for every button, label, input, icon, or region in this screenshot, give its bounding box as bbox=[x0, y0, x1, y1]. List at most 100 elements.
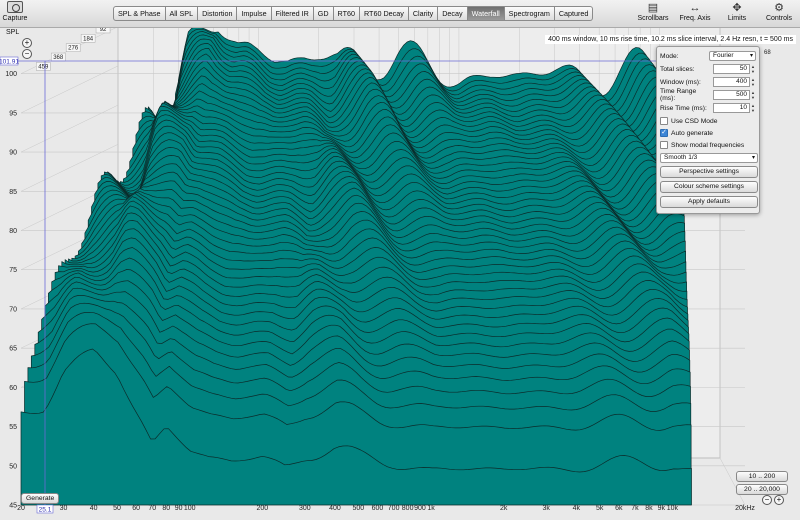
x-tick-label: 500 bbox=[353, 505, 365, 512]
x-tick-label: 200 bbox=[256, 505, 268, 512]
x-tick-label: 10k bbox=[667, 505, 679, 512]
checkbox-icon bbox=[660, 141, 668, 149]
x-tick-label: 50 bbox=[113, 505, 121, 512]
mode-select[interactable]: Fourier bbox=[709, 51, 756, 62]
tool-label: Scrollbars bbox=[637, 15, 669, 22]
zoom-in-icon[interactable]: + bbox=[774, 495, 784, 505]
x-tick-label: 7k bbox=[631, 505, 639, 512]
tab-spectrogram[interactable]: Spectrogram bbox=[504, 6, 555, 21]
tab-captured[interactable]: Captured bbox=[554, 6, 594, 21]
tab-clarity[interactable]: Clarity bbox=[408, 6, 439, 21]
scrollbars-button[interactable]: ▤ Scrollbars bbox=[636, 1, 670, 22]
zoom-in-icon[interactable]: + bbox=[22, 38, 32, 48]
y-tick-label: 70 bbox=[9, 306, 17, 313]
time-range-field[interactable]: 500 bbox=[713, 90, 750, 101]
x-tick-label: 20kHz bbox=[735, 505, 755, 512]
tab-distortion[interactable]: Distortion bbox=[198, 6, 238, 21]
tab-decay[interactable]: Decay bbox=[438, 6, 468, 21]
total-slices-field[interactable]: 50 bbox=[713, 64, 750, 75]
tool-label: Freq. Axis bbox=[679, 15, 711, 22]
tool-label: Controls bbox=[765, 15, 793, 22]
y-tick-label: 95 bbox=[9, 110, 17, 117]
spinner-arrows-icon[interactable]: ▲ ▼ bbox=[750, 90, 756, 100]
x-tick-label: 30 bbox=[60, 505, 68, 512]
y-tick-label: 75 bbox=[9, 267, 17, 274]
x-tick-label: 900 bbox=[414, 505, 426, 512]
rise-time-label: Rise Time (ms): bbox=[660, 104, 707, 112]
y-tick-label: 80 bbox=[9, 228, 17, 235]
cursor-readout: 101.91 bbox=[0, 59, 19, 66]
spinner-arrows-icon[interactable]: ▲ ▼ bbox=[750, 77, 756, 87]
window-field[interactable]: 400 bbox=[713, 77, 750, 88]
csd-mode-checkbox[interactable]: Use CSD Mode bbox=[660, 115, 756, 127]
rise-time-row: Rise Time (ms): 10 ▲ ▼ bbox=[660, 102, 756, 115]
y-tick-label: 65 bbox=[9, 346, 17, 353]
y-tick-label: 100 bbox=[5, 71, 17, 78]
spinner-arrows-icon[interactable]: ▲ ▼ bbox=[750, 64, 756, 74]
freq-axis-icon: ↔ bbox=[689, 2, 701, 14]
tab-impulse[interactable]: Impulse bbox=[237, 6, 272, 21]
rise-time-field[interactable]: 10 bbox=[713, 103, 750, 114]
csd-mode-label: Use CSD Mode bbox=[671, 117, 718, 125]
perspective-settings-button[interactable]: Perspective settings bbox=[660, 166, 758, 178]
colour-scheme-button[interactable]: Colour scheme settings bbox=[660, 181, 758, 193]
auto-generate-label: Auto generate bbox=[671, 129, 714, 137]
checkbox-icon bbox=[660, 117, 668, 125]
controls-icon: ⚙ bbox=[774, 2, 784, 14]
controls-button[interactable]: ⚙ Controls bbox=[762, 1, 796, 22]
window-label: Window (ms): bbox=[660, 78, 701, 86]
spinner-arrows-icon[interactable]: ▲ ▼ bbox=[750, 103, 756, 113]
scrollbars-icon: ▤ bbox=[647, 2, 659, 14]
tab-rt60[interactable]: RT60 bbox=[333, 6, 360, 21]
y-tick-label: 90 bbox=[9, 150, 17, 157]
freq-axis-button[interactable]: ↔ Freq. Axis bbox=[678, 1, 712, 22]
tab-filtered-ir[interactable]: Filtered IR bbox=[271, 6, 314, 21]
range-20-20000-button[interactable]: 20 .. 20,000 bbox=[736, 484, 788, 495]
y-tick-label: 60 bbox=[9, 385, 17, 392]
x-tick-label: 80 bbox=[162, 505, 170, 512]
tab-rt60-decay[interactable]: RT60 Decay bbox=[360, 6, 409, 21]
y-axis-unit: SPL bbox=[6, 29, 20, 36]
range-10-200-button[interactable]: 10 .. 200 bbox=[736, 471, 788, 482]
x-tick-label: 9k bbox=[658, 505, 666, 512]
tool-label: Limits bbox=[727, 15, 747, 22]
auto-generate-checkbox[interactable]: ✓ Auto generate bbox=[660, 127, 756, 139]
smoothing-select[interactable]: Smooth 1/3 bbox=[660, 153, 758, 163]
x-tick-label: 600 bbox=[372, 505, 384, 512]
y-tick-label: 55 bbox=[9, 424, 17, 431]
time-tick-label: 459 bbox=[38, 64, 49, 70]
graph-tabs: SPL & Phase All SPL Distortion Impulse Filte… bbox=[113, 6, 594, 21]
x-tick-label: 20 bbox=[17, 505, 25, 512]
x-tick-label: 1k bbox=[427, 505, 435, 512]
tab-spl-phase[interactable]: SPL & Phase bbox=[113, 6, 166, 21]
x-tick-label: 700 bbox=[388, 505, 400, 512]
time-tick-label: 92 bbox=[100, 28, 107, 33]
view-tools: ▤ Scrollbars ↔ Freq. Axis ✥ Limits ⚙ Controls bbox=[636, 1, 796, 22]
tab-gd[interactable]: GD bbox=[313, 6, 334, 21]
toolbar: Capture SPL & Phase All SPL Distortion Impu… bbox=[0, 0, 800, 28]
zoom-out-icon[interactable]: − bbox=[22, 49, 32, 59]
checkbox-checked-icon: ✓ bbox=[660, 129, 668, 137]
tab-waterfall[interactable]: Waterfall bbox=[467, 6, 505, 21]
x-tick-label: 6k bbox=[615, 505, 623, 512]
time-range-row: Time Range (ms): 500 ▲ ▼ bbox=[660, 88, 756, 102]
apply-defaults-button[interactable]: Apply defaults bbox=[660, 196, 758, 208]
x-tick-label: 40 bbox=[90, 505, 98, 512]
x-tick-label: 4k bbox=[573, 505, 581, 512]
y-tick-label: 50 bbox=[9, 463, 17, 470]
limits-button[interactable]: ✥ Limits bbox=[720, 1, 754, 22]
x-tick-label: 400 bbox=[329, 505, 341, 512]
chart-header: 400 ms window, 10 ms rise time, 10.2 ms … bbox=[545, 35, 796, 44]
tab-all-spl[interactable]: All SPL bbox=[165, 6, 199, 21]
x-tick-label: 90 bbox=[175, 505, 183, 512]
time-tick-label: 368 bbox=[53, 55, 64, 61]
generate-button[interactable]: Generate bbox=[21, 493, 60, 504]
total-slices-label: Total slices: bbox=[660, 65, 695, 73]
window-row: Window (ms): 400 ▲ ▼ bbox=[660, 76, 756, 89]
zoom-out-icon[interactable]: − bbox=[762, 495, 772, 505]
modal-frequencies-checkbox[interactable]: Show modal frequencies bbox=[660, 139, 756, 151]
x-tick-label: 60 bbox=[132, 505, 140, 512]
cursor-freq: 25.1 bbox=[39, 507, 52, 514]
y-tick-label: 85 bbox=[9, 189, 17, 196]
capture-button[interactable]: Capture bbox=[2, 1, 28, 22]
